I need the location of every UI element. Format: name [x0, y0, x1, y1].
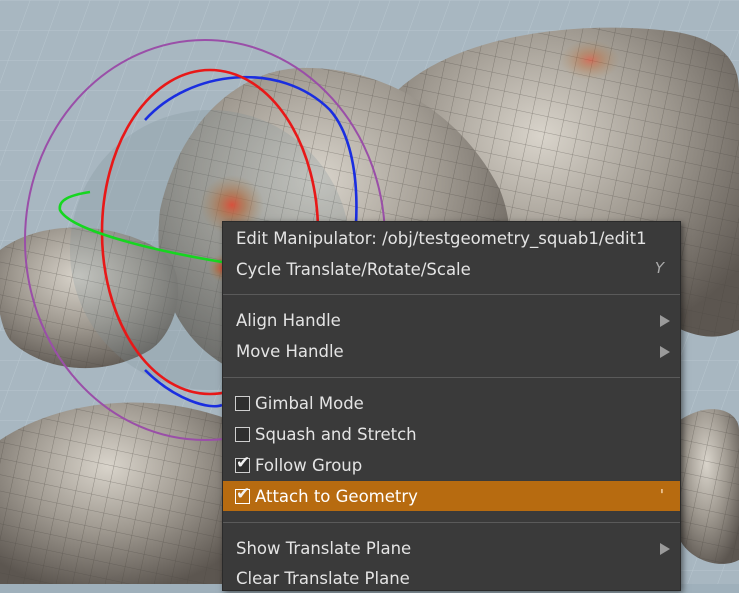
menu-item-label: Move Handle	[236, 341, 344, 361]
menu-item-attach-to-geometry[interactable]: ✔ Attach to Geometry '	[223, 481, 680, 511]
menu-item-show-translate-plane[interactable]: Show Translate Plane	[223, 533, 680, 563]
submenu-arrow-icon	[660, 543, 670, 555]
menu-item-label: Clear Translate Plane	[236, 568, 410, 588]
menu-item-label: Squash and Stretch	[255, 424, 417, 444]
menu-item-label: Show Translate Plane	[236, 538, 412, 558]
context-menu: Edit Manipulator: /obj/testgeometry_squa…	[222, 221, 681, 591]
menu-item-gimbal-mode[interactable]: Gimbal Mode	[223, 388, 680, 418]
checkbox-squash-and-stretch[interactable]	[235, 426, 250, 442]
menu-item-follow-group[interactable]: ✔ Follow Group	[223, 450, 680, 480]
checkbox-attach-to-geometry[interactable]: ✔	[235, 483, 251, 504]
menu-item-label: Attach to Geometry	[255, 486, 418, 506]
menu-item-label: Follow Group	[255, 455, 363, 475]
menu-item-move-handle[interactable]: Move Handle	[223, 336, 680, 366]
menu-separator	[223, 377, 680, 378]
menu-separator	[223, 294, 680, 295]
checkbox-follow-group[interactable]: ✔	[235, 452, 251, 473]
checkmark-icon: ✔	[236, 483, 251, 504]
menu-item-squash-and-stretch[interactable]: Squash and Stretch	[223, 419, 680, 449]
menu-separator	[223, 522, 680, 523]
shortcut-hint: Y	[654, 259, 664, 277]
menu-item-label: Align Handle	[236, 310, 341, 330]
menu-item-cycle-translate-rotate-scale[interactable]: Cycle Translate/Rotate/Scale Y	[223, 254, 680, 284]
menu-item-align-handle[interactable]: Align Handle	[223, 305, 680, 335]
menu-item-label: Edit Manipulator: /obj/testgeometry_squa…	[236, 228, 647, 248]
menu-item-label: Cycle Translate/Rotate/Scale	[236, 259, 471, 279]
shortcut-hint: '	[659, 486, 664, 504]
checkbox-gimbal-mode[interactable]	[235, 395, 250, 411]
menu-item-clear-translate-plane[interactable]: Clear Translate Plane	[223, 563, 680, 593]
menu-title-edit-manipulator[interactable]: Edit Manipulator: /obj/testgeometry_squa…	[223, 223, 680, 253]
checkmark-icon: ✔	[236, 452, 251, 473]
submenu-arrow-icon	[660, 315, 670, 327]
menu-item-label: Gimbal Mode	[255, 393, 364, 413]
submenu-arrow-icon	[660, 346, 670, 358]
